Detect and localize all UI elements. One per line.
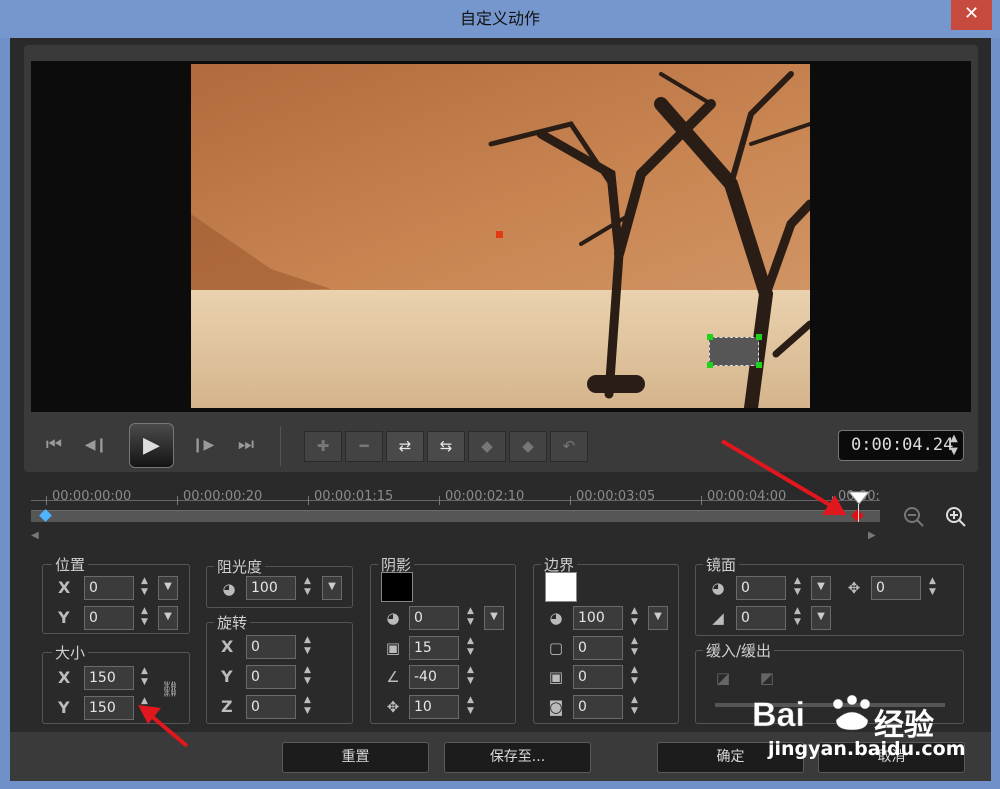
annotation-arrows: [138, 439, 847, 748]
